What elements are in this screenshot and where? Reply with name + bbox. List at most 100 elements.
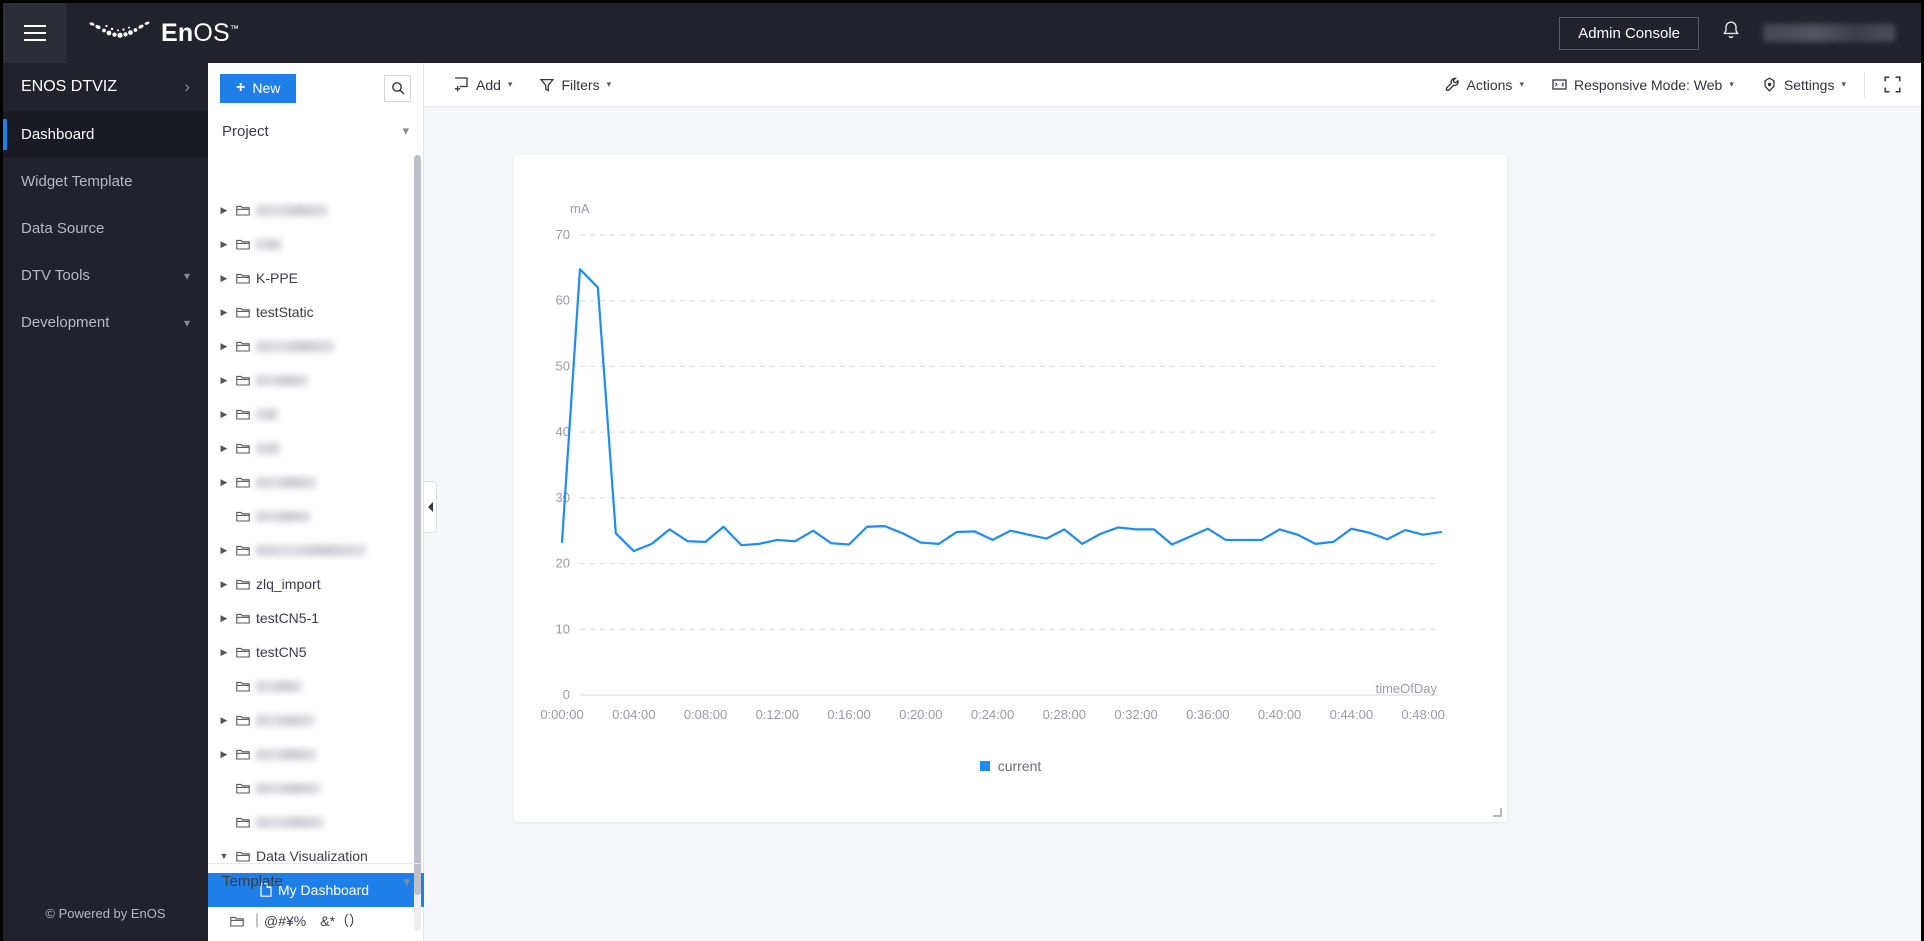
folder-icon [236,545,250,556]
tree-item[interactable] [208,805,424,839]
resize-grip-icon[interactable] [1493,808,1502,817]
tree-expand-arrow-icon[interactable]: ▶ [218,443,230,454]
tree-scrollbar[interactable] [414,155,421,931]
chart-widget[interactable]: mA 0 10 20 30 40 50 60 70 0:00:00 0:04:00 0:08:00 0:… [514,155,1507,822]
wrench-icon [1445,77,1459,91]
tree-item[interactable]: ▶ [208,737,424,771]
tree-expand-arrow-icon[interactable]: ▶ [218,273,230,284]
panel-collapse-handle[interactable] [424,481,437,533]
enos-swoosh-icon [89,21,150,38]
x-axis-tick-label: 0:28:00 [1043,707,1086,722]
tree-item[interactable]: ▶ [208,703,424,737]
tree-expand-arrow-icon[interactable]: ▶ [218,749,230,760]
tree-expand-arrow-icon[interactable]: ▶ [218,613,230,624]
tree-expand-arrow-icon[interactable]: ▶ [218,715,230,726]
tree-group-template-label: Template [222,873,283,890]
x-axis-tick-label: 0:00:00 [540,707,583,722]
sidebar-item-label: Widget Template [21,173,133,190]
hamburger-menu-button[interactable] [3,3,67,63]
notification-bell-icon[interactable] [1721,20,1741,46]
tree-expand-arrow-icon[interactable]: ▶ [218,239,230,250]
project-tree-list[interactable]: ▶ ▶ ▶ K-PPE ▶ testStatic ▶ ▶ ▶ ▶ ▶ ▶ ▶ zlq_import ▶ tes… [208,193,424,929]
tree-item-label [256,340,334,352]
tree-template-first-item[interactable]: ｜@#¥% &*（） [208,901,424,941]
tree-item[interactable]: ▶ [208,363,424,397]
tree-item-icon [236,612,250,624]
tree-item[interactable] [208,499,424,533]
x-axis-title: timeOfDay [1376,681,1438,696]
tree-item-label [256,782,320,794]
new-button[interactable]: + New [220,73,297,103]
tree-group-project[interactable]: Project ▾ [208,113,423,149]
tree-item-label: Data Visualization [256,848,368,864]
folder-icon [236,613,250,624]
sidebar-app-title[interactable]: ENOS DTVIZ › [3,63,208,111]
folder-icon [236,817,250,828]
tree-item-label [256,510,310,522]
sidebar-item-dashboard[interactable]: Dashboard [3,111,208,158]
sidebar-item-label: Dashboard [21,126,95,143]
sidebar-item-widget-template[interactable]: Widget Template [3,158,208,205]
search-button[interactable] [384,74,411,102]
y-axis-tick-label: 0 [563,687,570,702]
tree-expand-arrow-icon[interactable]: ▶ [218,375,230,386]
tree-item[interactable]: ▶ testCN5-1 [208,601,424,635]
actions-menu-button[interactable]: Actions ▾ [1431,63,1538,107]
tree-expand-arrow-icon[interactable]: ▶ [218,545,230,556]
line-chart[interactable]: mA 0 10 20 30 40 50 60 70 0:00:00 0:04:00 0:08:00 0:… [514,155,1507,822]
sidebar-item-development[interactable]: Development ▾ [3,299,208,346]
hamburger-icon [24,25,46,41]
tree-item-label: testStatic [256,304,314,320]
tree-expand-arrow-icon[interactable]: ▶ [218,477,230,488]
tree-item-icon [236,442,250,454]
actions-menu-label: Actions [1466,76,1513,93]
sidebar-item-data-source[interactable]: Data Source [3,205,208,252]
add-menu-button[interactable]: Add ▾ [440,63,526,107]
tree-expand-arrow-icon[interactable]: ▶ [218,409,230,420]
tree-expand-arrow-icon[interactable]: ▶ [218,647,230,658]
chart-series-line[interactable] [560,268,1443,553]
tree-item[interactable]: ▶ [208,329,424,363]
admin-console-button[interactable]: Admin Console [1559,16,1699,50]
tree-item[interactable]: ▶ testCN5 [208,635,424,669]
tree-item[interactable] [208,669,424,703]
legend-label[interactable]: current [998,758,1042,774]
tree-item-label: zlq_import [256,576,321,592]
tree-expand-arrow-icon[interactable]: ▶ [218,579,230,590]
dashboard-toolbar-right: Actions ▾ Responsive Mode: Web ▾ Setting… [1431,63,1915,107]
folder-icon [236,511,250,522]
x-axis-tick-label: 0:40:00 [1258,707,1301,722]
tree-item-icon [236,816,250,828]
y-axis-tick-label: 70 [556,227,570,242]
chevron-down-icon: ▾ [183,268,190,283]
y-axis-tick-label: 10 [556,621,570,636]
new-button-label: New [252,80,281,96]
tree-item[interactable]: ▶ zlq_import [208,567,424,601]
responsive-mode-menu-button[interactable]: Responsive Mode: Web ▾ [1538,63,1748,107]
tree-expand-arrow-icon[interactable]: ▶ [218,205,230,216]
tree-item[interactable]: ▶ [208,397,424,431]
tree-item[interactable]: ▶ K-PPE [208,261,424,295]
filters-menu-button[interactable]: Filters ▾ [526,63,625,107]
gear-icon [1764,77,1775,92]
tree-item-icon [236,850,250,862]
tree-collapse-arrow-icon[interactable]: ▼ [218,851,230,861]
tree-item[interactable]: ▶ testStatic [208,295,424,329]
tree-item-label [256,748,316,760]
tree-item[interactable]: ▶ [208,533,424,567]
fullscreen-button[interactable] [1869,63,1915,107]
tree-group-template[interactable]: Template ▾ [208,863,424,899]
tree-item[interactable]: ▶ [208,465,424,499]
tree-item[interactable]: ▶ [208,227,424,261]
tree-expand-arrow-icon[interactable]: ▶ [218,307,230,318]
tree-item-icon [236,510,250,522]
folder-icon [236,341,250,352]
user-account-name[interactable] [1763,24,1895,42]
tree-item[interactable]: ▶ [208,431,424,465]
tree-item[interactable]: ▶ [208,193,424,227]
settings-menu-button[interactable]: Settings ▾ [1748,63,1860,107]
dashboard-canvas[interactable]: mA 0 10 20 30 40 50 60 70 0:00:00 0:04:00 0:08:00 0:… [424,107,1921,941]
tree-item[interactable] [208,771,424,805]
sidebar-item-dtv-tools[interactable]: DTV Tools ▾ [3,252,208,299]
tree-expand-arrow-icon[interactable]: ▶ [218,341,230,352]
